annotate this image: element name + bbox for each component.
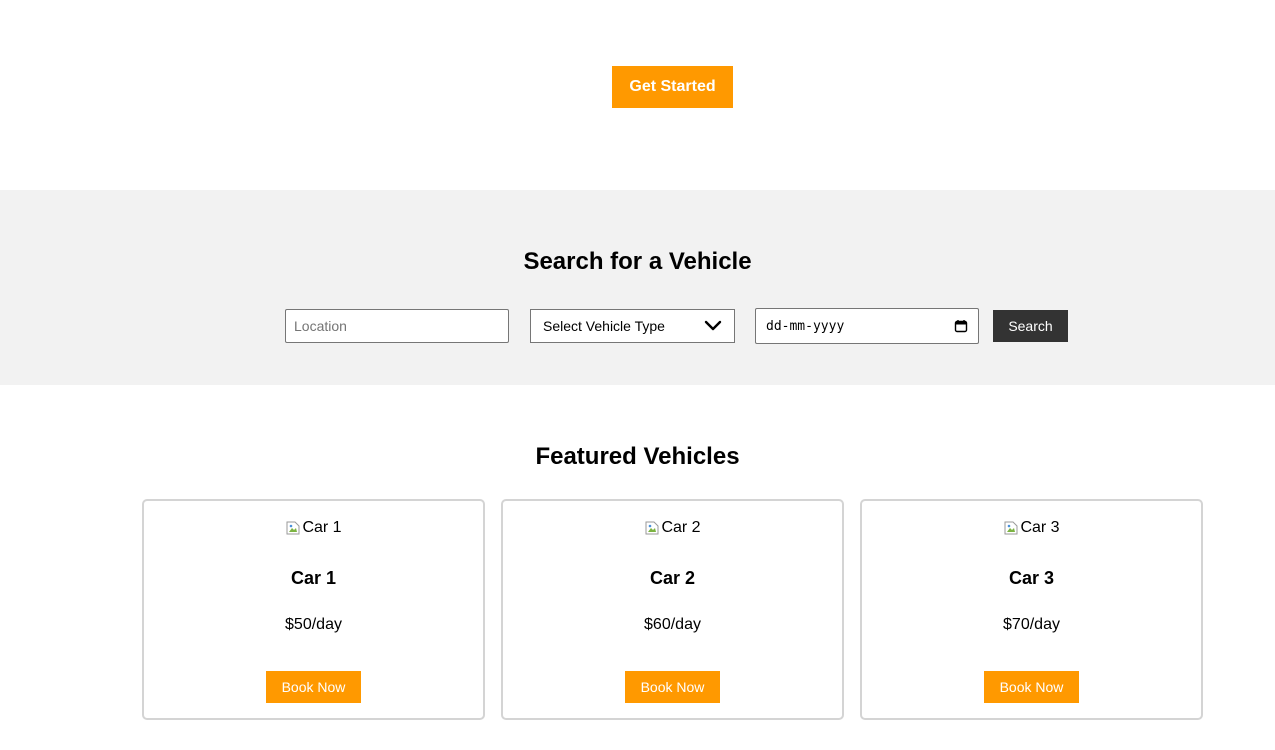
car-name: Car 2	[649, 568, 696, 588]
vehicle-card: Car 3 Car 3 $70/day Book Now	[860, 499, 1203, 720]
calendar-icon[interactable]	[954, 319, 968, 333]
broken-image-icon	[1003, 520, 1019, 536]
date-value: dd-mm-yyyy	[766, 318, 845, 334]
location-input[interactable]	[285, 309, 509, 343]
car-name: Car 3	[1008, 568, 1055, 588]
car-price: $50/day	[285, 616, 342, 633]
book-now-button[interactable]: Book Now	[266, 671, 361, 703]
car-image-alt-text: Car 1	[302, 519, 342, 536]
book-now-button[interactable]: Book Now	[984, 671, 1079, 703]
car-image: Car 3	[862, 518, 1201, 538]
chevron-down-icon	[704, 320, 722, 332]
broken-image-icon	[644, 520, 660, 536]
search-section: Search for a Vehicle Select Vehicle Type…	[0, 190, 1275, 385]
featured-title: Featured Vehicles	[535, 443, 740, 470]
car-image: Car 2	[503, 518, 842, 538]
search-title: Search for a Vehicle	[523, 248, 752, 275]
get-started-button[interactable]: Get Started	[612, 66, 733, 108]
vehicle-card: Car 2 Car 2 $60/day Book Now	[501, 499, 844, 720]
broken-image-icon	[285, 520, 301, 536]
search-button[interactable]: Search	[993, 310, 1068, 342]
vehicle-type-select[interactable]: Select Vehicle Type	[530, 309, 735, 343]
car-image-alt-text: Car 2	[661, 519, 701, 536]
date-input[interactable]: dd-mm-yyyy	[755, 308, 979, 344]
car-price: $60/day	[644, 616, 701, 633]
vehicle-card: Car 1 Car 1 $50/day Book Now	[142, 499, 485, 720]
car-price: $70/day	[1003, 616, 1060, 633]
vehicle-type-selected-value: Select Vehicle Type	[543, 318, 665, 334]
car-image: Car 1	[144, 518, 483, 538]
hero-section: Get Started	[0, 0, 1275, 190]
car-name: Car 1	[290, 568, 337, 588]
car-image-alt-text: Car 3	[1020, 519, 1060, 536]
book-now-button[interactable]: Book Now	[625, 671, 720, 703]
